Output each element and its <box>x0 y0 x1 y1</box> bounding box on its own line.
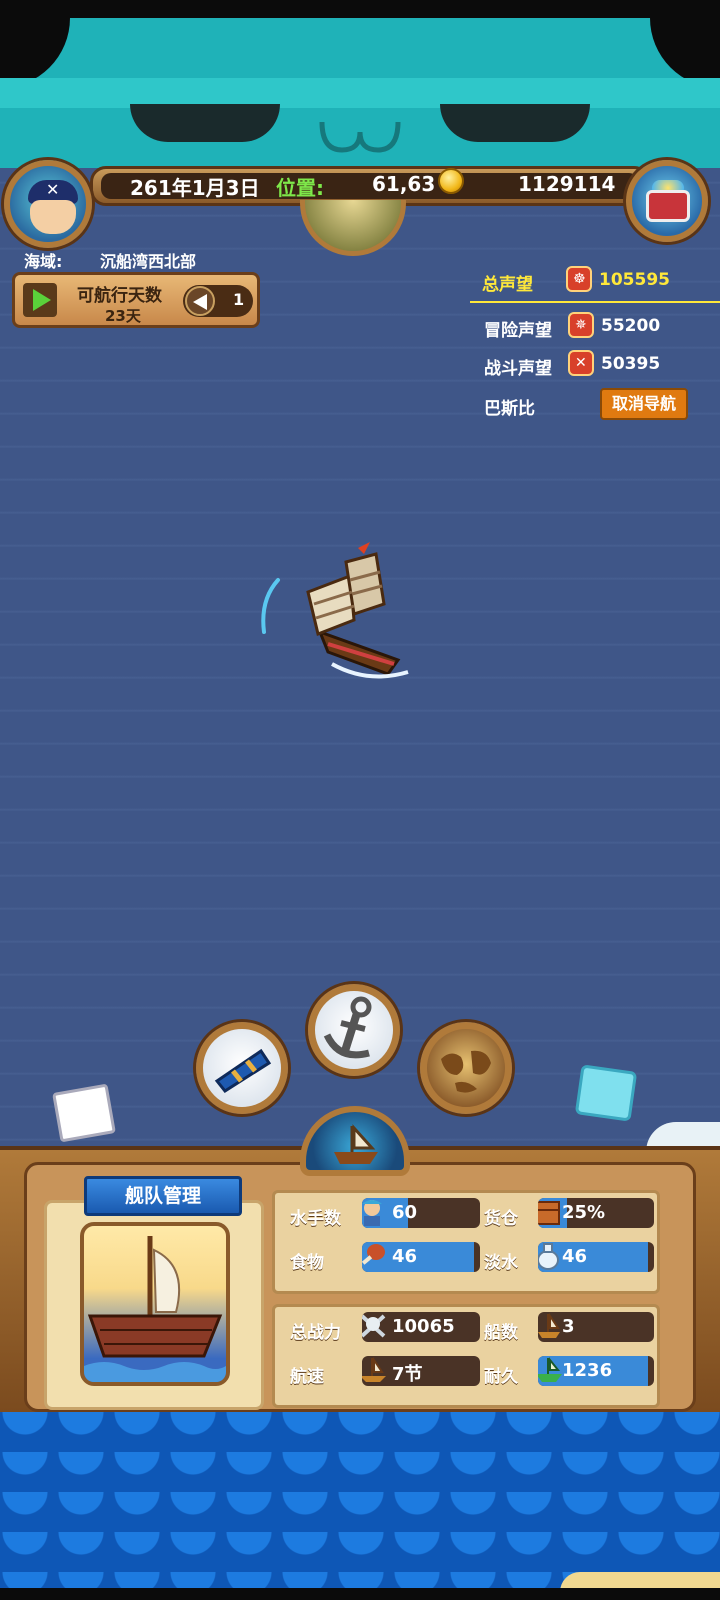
food-bar[interactable]: 46 <box>362 1242 480 1272</box>
battle-reputation-value: 50395 <box>601 354 661 374</box>
sailing-speed-label: 航速 <box>290 1367 324 1387</box>
destination-port: 巴斯比 <box>484 399 535 419</box>
total-reputation-label: 总声望 <box>482 275 533 295</box>
water-value: 46 <box>562 1246 588 1267</box>
anchor-icon <box>323 996 372 1059</box>
ship-count-value: 3 <box>562 1316 575 1337</box>
sailor-icon <box>362 1198 388 1228</box>
meat-icon <box>362 1242 388 1272</box>
world-map-button[interactable] <box>420 1022 512 1114</box>
speed-multiplier-value: 1 <box>233 290 245 309</box>
player-ship-icon[interactable] <box>258 540 428 690</box>
status-bar <box>0 0 720 18</box>
sailors-value: 60 <box>392 1202 418 1223</box>
food-value: 46 <box>392 1246 418 1267</box>
cat-eye-right <box>440 104 590 142</box>
ocean-waves <box>0 1412 720 1588</box>
durability-bar[interactable]: 1236 <box>538 1356 654 1386</box>
combat-power-value: 10065 <box>392 1316 455 1337</box>
sailing-ship-icon <box>362 1356 388 1386</box>
player-avatar[interactable]: ✕ <box>4 160 92 248</box>
gold-amount: 1129114 <box>518 172 616 196</box>
ship-count-bar[interactable]: 3 <box>538 1312 654 1342</box>
durability-label: 耐久 <box>484 1367 518 1387</box>
sailing-speed-bar[interactable]: 7节 <box>362 1356 480 1386</box>
total-reputation-value: 105595 <box>599 270 670 290</box>
treasure-chest-icon <box>646 190 690 222</box>
telescope-button[interactable] <box>196 1022 288 1114</box>
ship-wheel-icon: ✵ <box>568 312 594 338</box>
sailors-bar[interactable]: 60 <box>362 1198 480 1228</box>
adventure-reputation-label: 冒险声望 <box>484 321 552 341</box>
crossed-swords-icon: ✕ <box>568 350 594 376</box>
battle-reputation-label: 战斗声望 <box>484 359 552 379</box>
sea-area-label: 海域: <box>24 252 63 271</box>
sailing-days-title: 可航行天数 <box>77 286 162 306</box>
position-value: 61,63 <box>372 172 436 196</box>
anchor-button[interactable] <box>308 984 400 1076</box>
game-date: 261年1月3日 <box>130 176 260 200</box>
cat-eye-left <box>130 104 280 142</box>
play-button[interactable] <box>23 283 57 317</box>
water-label: 淡水 <box>484 1253 518 1273</box>
banner-stripe <box>0 78 720 108</box>
sailing-days-value: 23天 <box>105 307 141 325</box>
repair-ship-icon <box>538 1356 564 1386</box>
water-jug-icon <box>538 1242 564 1272</box>
cat-mouth <box>319 121 401 153</box>
telescope-icon <box>214 1048 272 1093</box>
play-icon <box>33 289 51 311</box>
combat-power-label: 总战力 <box>290 1323 341 1343</box>
sailing-days-panel: 可航行天数 23天 1 <box>12 272 260 328</box>
combat-power-bar[interactable]: 10065 <box>362 1312 480 1342</box>
skull-crossbones-icon <box>362 1312 388 1342</box>
navigation-bar <box>0 1588 720 1600</box>
sailing-speed-value: 7节 <box>392 1364 423 1385</box>
ship-helm-button[interactable] <box>300 1106 410 1176</box>
speed-arrow-icon <box>185 286 215 316</box>
water-bar[interactable]: 46 <box>538 1242 654 1272</box>
food-label: 食物 <box>290 1253 324 1273</box>
ship-count-label: 船数 <box>484 1323 518 1343</box>
sea-area-name: 沉船湾西北部 <box>100 252 197 271</box>
reputation-divider <box>470 301 720 303</box>
small-ship-icon <box>538 1312 564 1342</box>
position-label: 位置: <box>276 176 324 200</box>
white-cube-mascot-icon <box>52 1083 116 1143</box>
cargo-bar[interactable]: 25% <box>538 1198 654 1228</box>
adventure-reputation-value: 55200 <box>601 316 661 336</box>
gold-coin-icon <box>438 168 464 194</box>
flagship-picture[interactable] <box>80 1222 230 1386</box>
reputation-badge-icon: ☸ <box>566 266 592 292</box>
speed-multiplier-button[interactable]: 1 <box>183 285 253 317</box>
pirate-avatar-icon <box>30 200 76 234</box>
sailors-label: 水手数 <box>290 1209 341 1229</box>
cargo-value: 25% <box>562 1202 606 1223</box>
world-map-icon <box>441 1050 491 1093</box>
durability-value: 1236 <box>562 1360 613 1381</box>
ship-helm-icon <box>334 1124 378 1164</box>
cargo-label: 货仓 <box>484 1209 518 1229</box>
cancel-navigation-button[interactable]: 取消导航 <box>600 388 688 420</box>
cargo-crate-icon <box>538 1198 564 1228</box>
fleet-management-title[interactable]: 舰队管理 <box>84 1176 242 1216</box>
cyan-cat-mascot-icon <box>574 1064 638 1122</box>
treasure-chest-button[interactable] <box>626 160 708 242</box>
flagship-cutaway-icon <box>84 1236 226 1382</box>
